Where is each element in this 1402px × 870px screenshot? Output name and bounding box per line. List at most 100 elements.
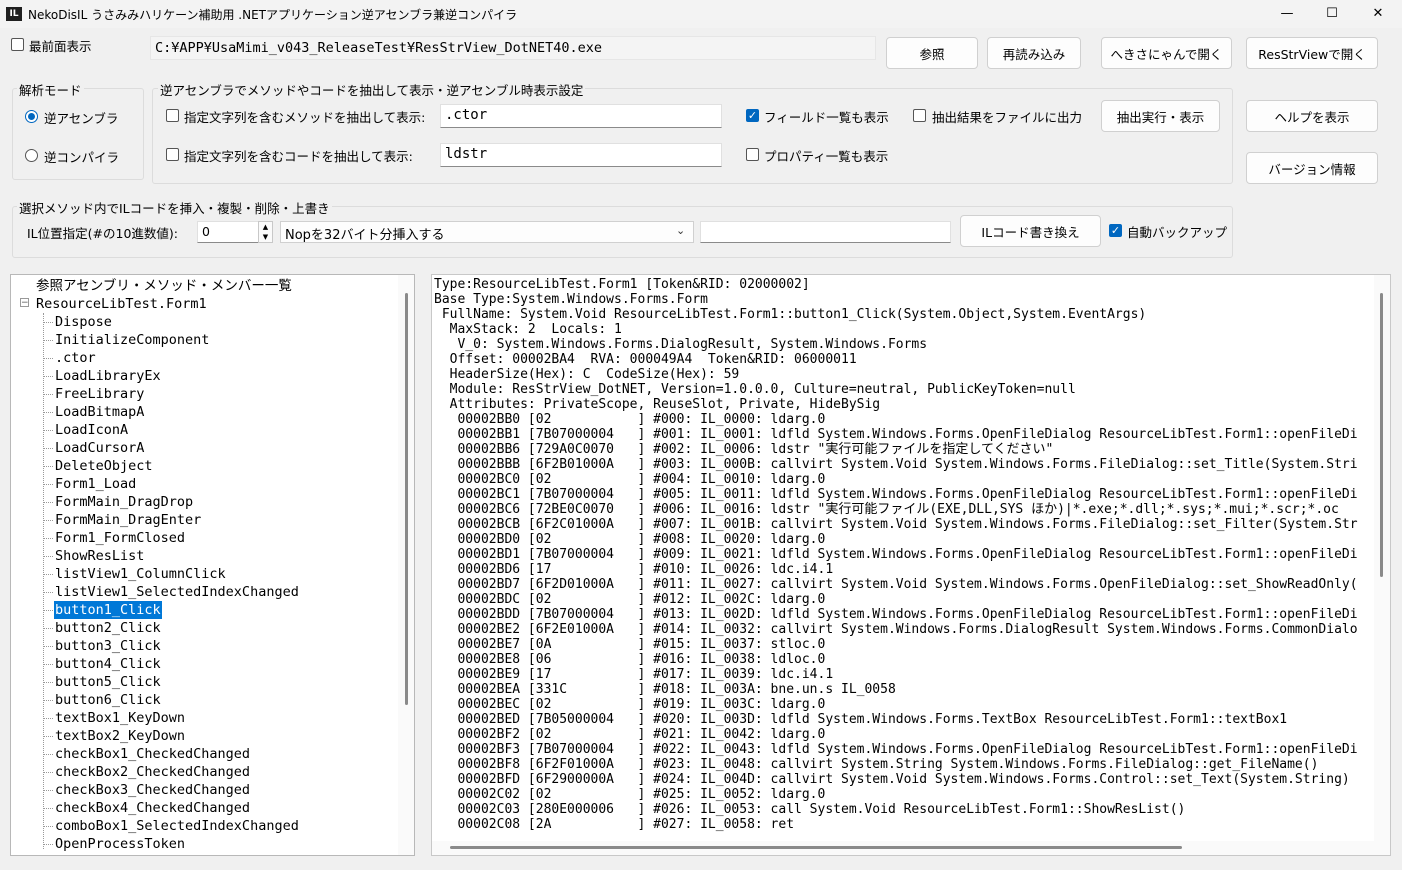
window-title: NekoDisIL うさみみハリケーン補助用 .NETアプリケーション逆アセンブ… bbox=[28, 8, 518, 22]
topmost-checkbox[interactable] bbox=[11, 38, 24, 51]
browse-button[interactable]: 参照 bbox=[886, 37, 978, 69]
tree-item[interactable]: FreeLibrary bbox=[54, 385, 145, 403]
output-file-checkbox[interactable] bbox=[913, 109, 926, 122]
close-button[interactable]: ✕ bbox=[1355, 0, 1401, 28]
code-line: 00002BE8 [06 ] #016: IL_0038: ldloc.0 bbox=[434, 652, 826, 667]
tree-item[interactable]: Form1_Load bbox=[54, 475, 137, 493]
tree-connector bbox=[44, 556, 53, 557]
show-properties-checkbox[interactable] bbox=[746, 148, 759, 161]
minimize-button[interactable]: — bbox=[1264, 0, 1310, 28]
tree-connector bbox=[44, 538, 53, 539]
collapse-icon[interactable]: − bbox=[20, 298, 29, 308]
tree-connector bbox=[44, 412, 53, 413]
show-fields-label: フィールド一覧も表示 bbox=[764, 110, 889, 125]
tree-item[interactable]: textBox1_KeyDown bbox=[54, 709, 186, 727]
open-hekisa-button[interactable]: へきさにゃんで開く bbox=[1101, 37, 1232, 69]
chevron-down-icon[interactable]: ⌄ bbox=[676, 224, 685, 237]
tree-connector bbox=[44, 826, 53, 827]
code-line: 00002BC1 [7B07000004 ] #005: IL_0011: ld… bbox=[434, 487, 1358, 502]
tree-item[interactable]: button5_Click bbox=[54, 673, 162, 691]
il-extra-input[interactable] bbox=[700, 221, 951, 243]
tree-item[interactable]: ShowResList bbox=[54, 547, 145, 565]
tree-item[interactable]: Dispose bbox=[54, 313, 113, 331]
code-view[interactable]: Type:ResourceLibTest.Form1 [Token&RID: 0… bbox=[431, 274, 1391, 856]
version-button[interactable]: バージョン情報 bbox=[1246, 152, 1378, 184]
tree-item[interactable]: InitializeComponent bbox=[54, 331, 210, 349]
open-resstrview-button[interactable]: ResStrViewで開く bbox=[1246, 37, 1378, 69]
code-filter-input[interactable]: ldstr bbox=[440, 143, 722, 167]
show-fields-checkbox[interactable]: ✓ bbox=[746, 109, 759, 122]
decompiler-label: 逆コンパイラ bbox=[44, 150, 120, 165]
decompiler-radio[interactable] bbox=[25, 149, 38, 162]
tree-connector bbox=[44, 520, 53, 521]
tree-connector bbox=[44, 646, 53, 647]
code-line: 00002C02 [02 ] #025: IL_0052: ldarg.0 bbox=[434, 787, 826, 802]
disassembler-label: 逆アセンブラ bbox=[44, 111, 119, 126]
analysis-mode-label: 解析モード bbox=[17, 80, 84, 99]
tree-item[interactable]: comboBox1_SelectedIndexChanged bbox=[54, 817, 300, 835]
tree-connector bbox=[44, 466, 53, 467]
tree-item[interactable]: checkBox2_CheckedChanged bbox=[54, 763, 251, 781]
tree-connector bbox=[44, 322, 53, 323]
extract-run-button[interactable]: 抽出実行・表示 bbox=[1101, 100, 1220, 132]
tree-item[interactable]: button1_Click bbox=[54, 601, 162, 619]
code-line: 00002C03 [280E000006 ] #026: IL_0053: ca… bbox=[434, 802, 1186, 817]
il-operation-select[interactable]: Nopを32バイト分挿入する bbox=[280, 221, 694, 243]
topmost-label: 最前面表示 bbox=[29, 39, 92, 54]
app-icon: IL bbox=[6, 7, 22, 21]
code-line: 00002BE7 [0A ] #015: IL_0037: stloc.0 bbox=[434, 637, 826, 652]
tree-item[interactable]: checkBox1_CheckedChanged bbox=[54, 745, 251, 763]
tree-item[interactable]: LoadLibraryEx bbox=[54, 367, 162, 385]
member-tree[interactable]: 参照アセンブリ・メソッド・メンバー一覧 − ResourceLibTest.Fo… bbox=[10, 274, 415, 856]
tree-item[interactable]: OpenProcessToken bbox=[54, 835, 186, 853]
tree-item[interactable]: .ctor bbox=[54, 349, 97, 367]
code-hscrollbar-thumb[interactable] bbox=[450, 846, 1182, 849]
code-line: 00002BCB [6F2C01000A ] #007: IL_001B: ca… bbox=[434, 517, 1358, 532]
il-position-input[interactable]: 0 bbox=[197, 221, 259, 243]
tree-connector bbox=[44, 682, 53, 683]
il-edit-group-label: 選択メソッド内でILコードを挿入・複製・削除・上書き bbox=[17, 198, 332, 217]
tree-item[interactable]: checkBox3_CheckedChanged bbox=[54, 781, 251, 799]
tree-root[interactable]: 参照アセンブリ・メソッド・メンバー一覧 bbox=[35, 277, 293, 295]
code-line: 00002BB1 [7B07000004 ] #001: IL_0001: ld… bbox=[434, 427, 1358, 442]
auto-backup-checkbox[interactable]: ✓ bbox=[1109, 224, 1122, 237]
code-line: 00002BF2 [02 ] #021: IL_0042: ldarg.0 bbox=[434, 727, 826, 742]
file-path-field[interactable]: C:¥APP¥UsaMimi_v043_ReleaseTest¥ResStrVi… bbox=[150, 36, 876, 60]
maximize-button[interactable]: ☐ bbox=[1309, 0, 1355, 28]
method-filter-checkbox[interactable] bbox=[166, 109, 179, 122]
help-button[interactable]: ヘルプを表示 bbox=[1246, 100, 1378, 132]
tree-item[interactable]: listView1_SelectedIndexChanged bbox=[54, 583, 300, 601]
code-line: 00002BF8 [6F2F01000A ] #023: IL_0048: ca… bbox=[434, 757, 1319, 772]
tree-item[interactable]: button6_Click bbox=[54, 691, 162, 709]
code-vscrollbar-thumb[interactable] bbox=[1380, 293, 1383, 577]
il-position-spinner[interactable]: ▲ ▼ bbox=[258, 221, 273, 243]
tree-scrollbar-thumb[interactable] bbox=[405, 293, 408, 705]
tree-item[interactable]: button3_Click bbox=[54, 637, 162, 655]
tree-item[interactable]: DeleteObject bbox=[54, 457, 154, 475]
tree-item[interactable]: FormMain_DragEnter bbox=[54, 511, 202, 529]
tree-connector bbox=[44, 502, 53, 503]
method-filter-input[interactable]: .ctor bbox=[440, 104, 722, 128]
tree-item[interactable]: button4_Click bbox=[54, 655, 162, 673]
tree-item[interactable]: LoadIconA bbox=[54, 421, 129, 439]
tree-item[interactable]: Form1_FormClosed bbox=[54, 529, 186, 547]
reload-button[interactable]: 再読み込み bbox=[987, 37, 1081, 69]
tree-connector bbox=[44, 592, 53, 593]
code-line: 00002BB6 [729A0C0070 ] #002: IL_0006: ld… bbox=[434, 442, 1054, 457]
tree-item[interactable]: LoadBitmapA bbox=[54, 403, 145, 421]
code-line: 00002BD7 [6F2D01000A ] #011: IL_0027: ca… bbox=[434, 577, 1358, 592]
disassembler-radio[interactable] bbox=[25, 110, 38, 123]
tree-item[interactable]: LoadCursorA bbox=[54, 439, 145, 457]
il-rewrite-button[interactable]: ILコード書き換え bbox=[960, 215, 1101, 247]
tree-item[interactable]: checkBox4_CheckedChanged bbox=[54, 799, 251, 817]
code-line: 00002BE9 [17 ] #017: IL_0039: ldc.i4.1 bbox=[434, 667, 834, 682]
tree-class-node[interactable]: ResourceLibTest.Form1 bbox=[35, 295, 208, 313]
tree-item[interactable]: FormMain_DragDrop bbox=[54, 493, 194, 511]
tree-item[interactable]: textBox2_KeyDown bbox=[54, 727, 186, 745]
code-filter-checkbox[interactable] bbox=[166, 148, 179, 161]
extract-group bbox=[152, 88, 1233, 184]
method-filter-label: 指定文字列を含むメソッドを抽出して表示: bbox=[184, 110, 426, 125]
tree-item[interactable]: listView1_ColumnClick bbox=[54, 565, 227, 583]
tree-item[interactable]: button2_Click bbox=[54, 619, 162, 637]
code-line: 00002BD0 [02 ] #008: IL_0020: ldarg.0 bbox=[434, 532, 826, 547]
